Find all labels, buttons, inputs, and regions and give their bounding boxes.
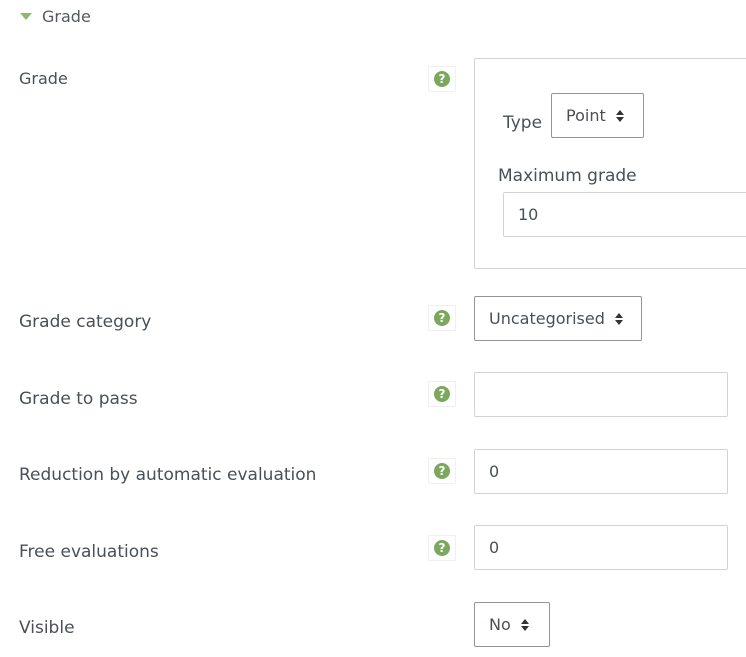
grade-category-value: Uncategorised — [489, 309, 605, 328]
grade-category-label: Grade category — [19, 312, 152, 332]
grade-fieldset — [474, 58, 746, 269]
type-select[interactable]: Point — [551, 93, 644, 138]
help-icon: ? — [434, 540, 450, 556]
free-evaluations-label: Free evaluations — [19, 542, 159, 562]
maximum-grade-label: Maximum grade — [498, 166, 637, 186]
reduction-help-button[interactable]: ? — [428, 458, 456, 484]
type-select-value: Point — [566, 106, 606, 125]
select-arrows-icon — [614, 312, 623, 325]
grade-to-pass-input[interactable] — [474, 372, 728, 417]
select-arrows-icon — [615, 109, 624, 122]
help-icon: ? — [434, 386, 450, 402]
help-icon: ? — [434, 463, 450, 479]
type-label: Type — [503, 113, 543, 133]
caret-down-icon — [20, 13, 32, 20]
visible-select[interactable]: No — [474, 602, 550, 647]
maximum-grade-value: 10 — [518, 205, 539, 224]
section-header-grade[interactable]: Grade — [20, 4, 91, 28]
grade-label: Grade — [19, 69, 68, 88]
free-evaluations-input[interactable]: 0 — [474, 525, 728, 570]
free-evaluations-help-button[interactable]: ? — [428, 535, 456, 561]
grade-category-select[interactable]: Uncategorised — [474, 296, 642, 341]
section-title: Grade — [42, 6, 91, 26]
grade-to-pass-label: Grade to pass — [19, 389, 138, 409]
grade-to-pass-help-button[interactable]: ? — [428, 381, 456, 407]
reduction-label: Reduction by automatic evaluation — [19, 465, 317, 485]
reduction-value: 0 — [489, 462, 500, 481]
visible-label: Visible — [19, 618, 75, 638]
free-evaluations-value: 0 — [489, 538, 500, 557]
reduction-input[interactable]: 0 — [474, 449, 728, 494]
help-icon: ? — [434, 71, 450, 87]
visible-select-value: No — [489, 615, 511, 634]
help-icon: ? — [434, 310, 450, 326]
grade-category-help-button[interactable]: ? — [428, 305, 456, 331]
select-arrows-icon — [520, 618, 529, 631]
maximum-grade-input[interactable]: 10 — [503, 192, 746, 237]
grade-help-button[interactable]: ? — [428, 66, 456, 92]
